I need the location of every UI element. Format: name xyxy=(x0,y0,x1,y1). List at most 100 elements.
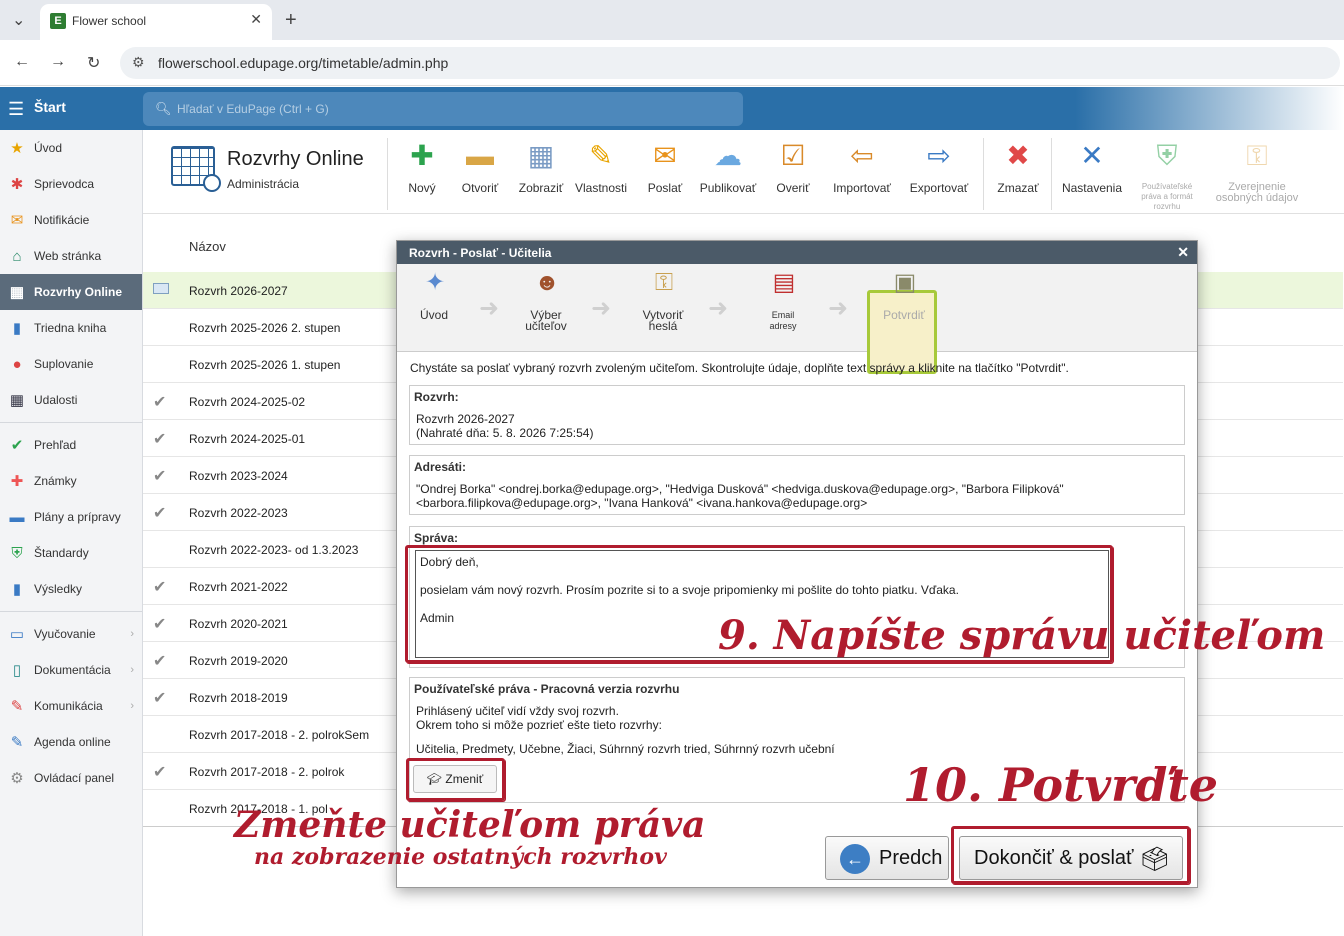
sidebar-item[interactable]: ⚙ Ovládací panel xyxy=(0,760,142,796)
gear-icon: ⚙ xyxy=(10,770,24,787)
column-header-name[interactable]: Názov xyxy=(189,239,226,254)
toolbar-button[interactable]: ✕ Nastavenia xyxy=(1059,138,1125,194)
sidebar-item[interactable]: ★ Úvod xyxy=(0,130,142,166)
row-name: Rozvrh 2025-2026 1. stupen xyxy=(189,358,341,372)
toolbar-button[interactable]: ☁ Publikovať xyxy=(697,138,759,194)
import-icon: ⇦ xyxy=(850,140,874,171)
sidebar-item[interactable]: ▦ Udalosti xyxy=(0,382,142,418)
wizard-step-label: Vytvoriť heslá xyxy=(642,308,684,333)
toolbar-button[interactable]: ▬ Otvoriť xyxy=(455,138,505,194)
recipients-section: Adresáti: "Ondrej Borka" <ondrej.borka@e… xyxy=(409,455,1185,515)
previous-button[interactable]: ← Predch xyxy=(825,836,949,880)
toolbar-button[interactable]: ⇨ Exportovať xyxy=(908,138,970,194)
stamp-icon: ▣ xyxy=(893,269,917,296)
back-icon[interactable]: ← xyxy=(14,53,30,71)
wizard-step[interactable]: ✦ Úvod xyxy=(397,269,471,321)
sidebar-item[interactable]: ⛨ Štandardy xyxy=(0,535,142,571)
toolbar-label: Zobraziť xyxy=(518,181,564,195)
toolbar-button[interactable]: ⇦ Importovať xyxy=(824,138,900,194)
users-icon: ☻ xyxy=(534,269,560,296)
envelope-icon: ✉ xyxy=(653,140,677,171)
sidebar: ★ Úvod ✱ Sprievodca ✉ Notifikácie ⌂ Web stránka… xyxy=(0,130,143,936)
check-icon: ✔ xyxy=(153,653,167,670)
browser-tab[interactable]: E Flower school ✕ xyxy=(40,4,272,40)
menu-icon[interactable]: ☰ xyxy=(8,99,24,120)
recipients-line: <barbora.filipkova@edupage.org>, "Ivana … xyxy=(416,496,868,510)
sidebar-item-label: Komunikácia xyxy=(34,699,103,713)
wizard-step[interactable]: ▣ Potvrdiť xyxy=(867,269,941,321)
sidebar-item[interactable]: ✉ Notifikácie xyxy=(0,202,142,238)
sidebar-item[interactable]: ▦ Rozvrhy Online xyxy=(0,274,142,310)
keys-icon: ⚿ xyxy=(654,269,674,296)
toolbar-button[interactable]: ✚ Nový xyxy=(401,138,443,194)
sidebar-item[interactable]: ✚ Známky xyxy=(0,463,142,499)
envelope-icon xyxy=(153,283,169,294)
sidebar-item-label: Úvod xyxy=(34,141,63,155)
toolbar-button[interactable]: ☑ Overiť xyxy=(773,138,813,194)
search-input[interactable]: 🔍︎ Hľadať v EduPage (Ctrl + G) xyxy=(143,92,743,126)
pen-icon: ✎ xyxy=(10,734,24,751)
close-icon[interactable]: ✕ xyxy=(1177,244,1189,261)
annotation-step-9: 9. Napíšte správu učiteľom xyxy=(718,612,1326,659)
timetable-name: Rozvrh 2026-2027 xyxy=(416,412,515,426)
timetable-uploaded: (Nahraté dňa: 5. 8. 2026 7:25:54) xyxy=(416,426,594,440)
briefcase-icon: ▬ xyxy=(9,508,25,526)
sidebar-item[interactable]: ▮ Triedna kniha xyxy=(0,310,142,346)
sidebar-item-label: Ovládací panel xyxy=(34,771,115,785)
toolbar-button[interactable]: ⚿ Zverejnenie osobných údajov xyxy=(1209,138,1305,204)
toolbar-button[interactable]: ✎ Vlastnosti xyxy=(573,138,629,194)
sidebar-item[interactable]: ● Suplovanie xyxy=(0,346,142,382)
sidebar-divider xyxy=(0,611,142,612)
folder-icon: ▬ xyxy=(466,140,494,171)
sidebar-item[interactable]: ▬ Plány a prípravy xyxy=(0,499,142,535)
wizard-step[interactable]: ▤ Email adresy xyxy=(746,269,820,332)
reload-icon[interactable]: ↻ xyxy=(87,53,100,73)
toolbar-button[interactable]: ▦ Zobraziť xyxy=(515,138,567,194)
site-settings-icon[interactable]: ⚙ xyxy=(132,54,145,71)
wizard-step[interactable]: ☻ Výber učiteľov xyxy=(509,269,583,332)
toolbar-label: Otvoriť xyxy=(461,181,499,195)
delete-icon: ✖ xyxy=(1006,140,1030,171)
toolbar-label: Zmazať xyxy=(997,181,1039,195)
toolbar-button[interactable]: ✉ Poslať xyxy=(635,138,695,194)
toolbar-button[interactable]: ⛨ Používateľské práva a formát rozvrhu xyxy=(1133,138,1201,212)
grades-icon: ✚ xyxy=(10,473,24,490)
sidebar-item-label: Sprievodca xyxy=(34,177,95,191)
timetable-icon: ▦ xyxy=(9,284,25,301)
url-text: flowerschool.edupage.org/timetable/admin… xyxy=(158,55,449,71)
tab-title: Flower school xyxy=(72,14,147,28)
sidebar-item[interactable]: ▭ Vyučovanie › xyxy=(0,616,142,652)
sidebar-item[interactable]: ✎ Komunikácia › xyxy=(0,688,142,724)
sidebar-item[interactable]: ✎ Agenda online xyxy=(0,724,142,760)
chevron-right-icon: › xyxy=(130,628,134,640)
home-icon: ⌂ xyxy=(12,247,22,265)
envelope-icon: ✉ xyxy=(10,212,24,229)
wand-icon: ✦ xyxy=(424,269,446,296)
sidebar-item[interactable]: ✔ Prehľad xyxy=(0,427,142,463)
start-link[interactable]: Štart xyxy=(34,99,66,115)
toolbar-label: Publikovať xyxy=(699,181,757,195)
new-tab-icon[interactable]: + xyxy=(285,9,297,32)
search-placeholder: Hľadať v EduPage (Ctrl + G) xyxy=(177,102,329,116)
toolbar-button[interactable]: ✖ Zmazať xyxy=(993,138,1043,194)
chevron-right-icon: › xyxy=(130,664,134,676)
sidebar-item-label: Agenda online xyxy=(34,735,111,749)
key-icon: ⚿ xyxy=(1246,140,1268,171)
toolbar-label: Overiť xyxy=(776,181,810,195)
wizard-step[interactable]: ⚿ Vytvoriť heslá xyxy=(626,269,700,333)
tab-search-icon[interactable]: ⌄ xyxy=(12,10,25,30)
app-header: Rozvrhy Online Administrácia ✚ Nový ▬ Otvor… xyxy=(143,130,1344,214)
sidebar-item[interactable]: ✱ Sprievodca xyxy=(0,166,142,202)
sidebar-item[interactable]: ⌂ Web stránka xyxy=(0,238,142,274)
row-name: Rozvrh 2020-2021 xyxy=(189,617,288,631)
toolbar-label: Importovať xyxy=(833,181,891,195)
verify-icon: ☑ xyxy=(780,140,806,171)
row-name: Rozvrh 2024-2025-02 xyxy=(189,395,306,409)
close-tab-icon[interactable]: ✕ xyxy=(250,11,262,28)
sidebar-item[interactable]: ▮ Výsledky xyxy=(0,571,142,607)
forward-icon[interactable]: → xyxy=(50,53,66,71)
sidebar-item[interactable]: ▯ Dokumentácia › xyxy=(0,652,142,688)
rights-line: Okrem toho si môže pozrieť ešte tieto ro… xyxy=(416,718,662,732)
plus-icon: ✚ xyxy=(410,140,434,171)
url-field[interactable]: ⚙ flowerschool.edupage.org/timetable/adm… xyxy=(120,47,1340,79)
